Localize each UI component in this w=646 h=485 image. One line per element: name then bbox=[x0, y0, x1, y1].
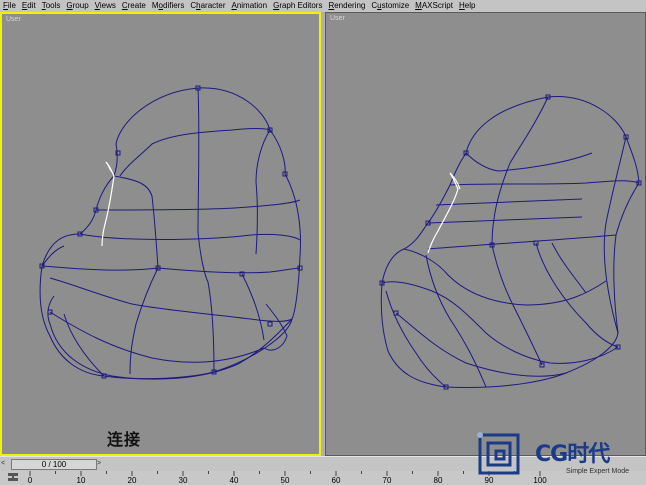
caption-text: 连接 bbox=[107, 430, 142, 449]
menu-item-customize[interactable]: Customize bbox=[368, 0, 412, 11]
prev-frame-icon[interactable]: < bbox=[1, 460, 9, 468]
menu-bar: File Edit Tools Group Views Create Modifiers Ch… bbox=[0, 0, 646, 11]
ruler-tick-label: 50 bbox=[280, 476, 290, 485]
viewport-right[interactable]: User bbox=[325, 12, 646, 456]
time-slider[interactable]: 0 / 100 bbox=[11, 459, 97, 470]
ruler-tick-label: 40 bbox=[229, 476, 239, 485]
ruler-tick-label: 30 bbox=[178, 476, 188, 485]
logo-text: CG时代 bbox=[535, 442, 610, 467]
ruler-tick-label: 80 bbox=[433, 476, 443, 485]
menu-item-character[interactable]: Character bbox=[187, 0, 228, 11]
menu-item-edit[interactable]: Edit bbox=[19, 0, 39, 11]
ruler-tick-label: 20 bbox=[127, 476, 137, 485]
ruler-tick-label: 70 bbox=[382, 476, 392, 485]
ruler-tick-label: 60 bbox=[331, 476, 341, 485]
wireframe-right bbox=[379, 94, 642, 390]
track-view-icon[interactable] bbox=[7, 472, 19, 482]
menu-item-views[interactable]: Views bbox=[92, 0, 119, 11]
menu-item-animation[interactable]: Animation bbox=[228, 0, 270, 11]
menu-item-help[interactable]: Help bbox=[456, 0, 478, 11]
menu-item-file[interactable]: File bbox=[0, 0, 19, 11]
menu-item-rendering[interactable]: Rendering bbox=[325, 0, 368, 11]
next-frame-icon[interactable]: > bbox=[97, 460, 105, 468]
wireframe-left bbox=[39, 85, 303, 380]
menu-item-maxscript[interactable]: MAXScript bbox=[412, 0, 456, 11]
ruler-tick-label: 10 bbox=[76, 476, 86, 485]
menu-item-modifiers[interactable]: Modifiers bbox=[149, 0, 187, 11]
menu-item-graph-editors[interactable]: Graph Editors bbox=[270, 0, 325, 11]
menu-item-create[interactable]: Create bbox=[119, 0, 149, 11]
status-text: Simple Expert Mode bbox=[566, 468, 630, 475]
ruler-tick-label: 0 bbox=[27, 476, 33, 485]
menu-item-group[interactable]: Group bbox=[63, 0, 91, 11]
menu-item-tools[interactable]: Tools bbox=[39, 0, 64, 11]
viewport-left[interactable]: User bbox=[0, 12, 321, 456]
